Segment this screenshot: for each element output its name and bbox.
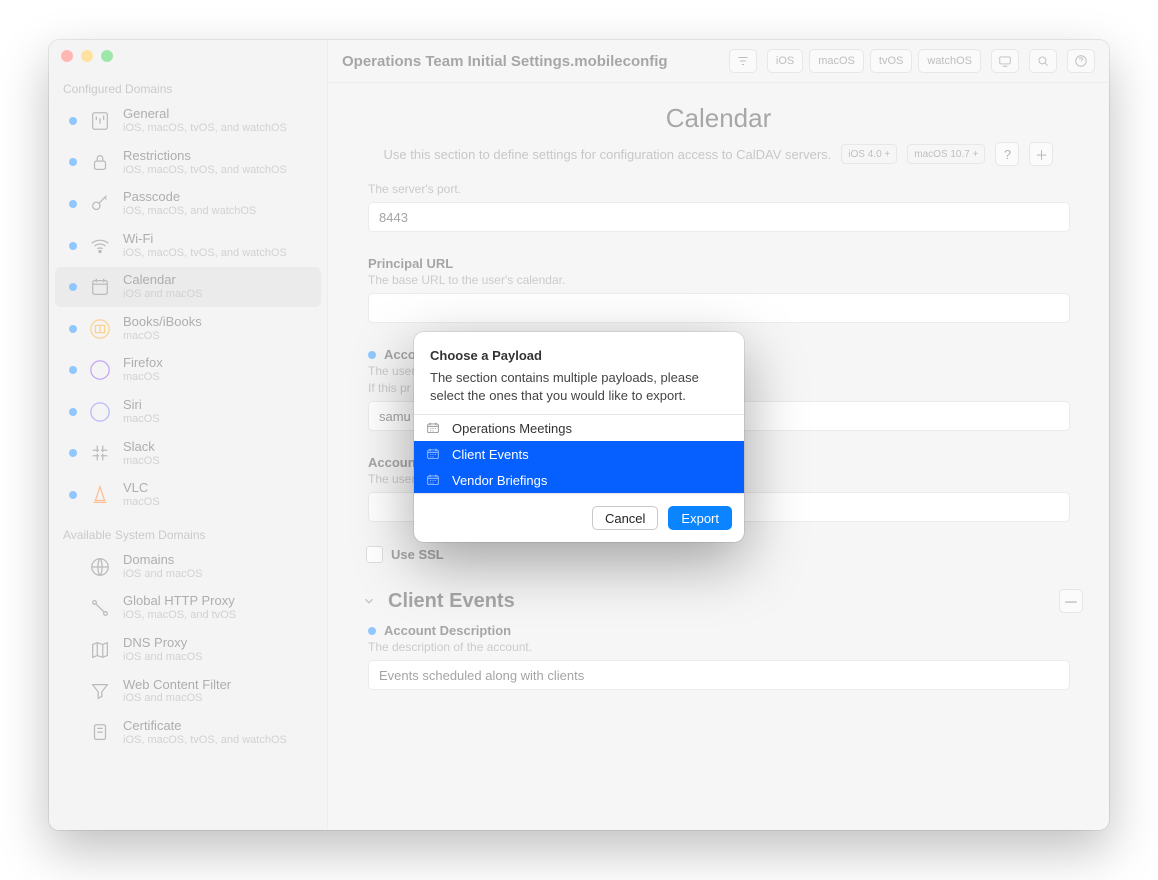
cancel-button[interactable]: Cancel [592, 506, 658, 530]
modal-actions: Cancel Export [414, 494, 744, 542]
export-modal: Choose a Payload The section contains mu… [414, 332, 744, 542]
payload-row[interactable]: Vendor Briefings [414, 467, 744, 493]
export-button[interactable]: Export [668, 506, 732, 530]
calendar-icon [424, 446, 442, 462]
modal-payload-list: Operations Meetings Client Events Vendor B… [414, 414, 744, 494]
payload-row[interactable]: Client Events [414, 441, 744, 467]
modal-title: Choose a Payload [430, 348, 728, 363]
payload-label: Vendor Briefings [452, 473, 547, 488]
calendar-icon [424, 472, 442, 488]
payload-row[interactable]: Operations Meetings [414, 415, 744, 441]
payload-label: Client Events [452, 447, 529, 462]
modal-description: The section contains multiple payloads, … [430, 369, 728, 404]
calendar-icon [424, 420, 442, 436]
payload-label: Operations Meetings [452, 421, 572, 436]
app-window: Configured Domains GeneraliOS, macOS, tv… [49, 40, 1109, 830]
